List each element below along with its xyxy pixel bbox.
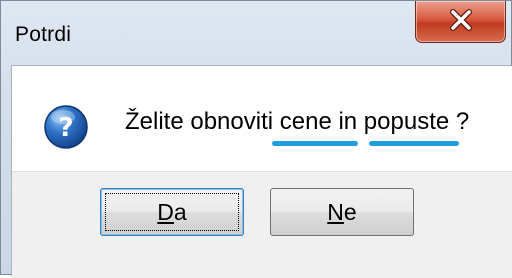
no-button-mnemonic: N — [327, 199, 344, 225]
highlight-underline-popuste — [369, 141, 459, 146]
highlight-underline-cene — [272, 141, 358, 146]
yes-button-label-rest: a — [173, 199, 187, 225]
svg-text:?: ? — [58, 113, 73, 143]
dialog-client-area: ? Želite obnoviti cene in popuste ? Da N… — [11, 65, 512, 278]
window-title: Potrdi — [15, 23, 72, 46]
no-button-label-rest: e — [343, 199, 357, 225]
dialog-window: Potrdi ? Želite obnoviti cene in popuste… — [0, 0, 512, 278]
close-icon — [450, 9, 472, 31]
title-bar[interactable]: Potrdi — [1, 1, 511, 65]
no-button[interactable]: Ne — [270, 188, 414, 236]
yes-button[interactable]: Da — [100, 188, 244, 236]
yes-button-mnemonic: D — [157, 199, 174, 225]
question-icon: ? — [44, 105, 88, 149]
message-area: ? Želite obnoviti cene in popuste ? — [12, 66, 512, 171]
button-bar: Da Ne — [12, 171, 512, 278]
dialog-message: Želite obnoviti cene in popuste ? — [125, 108, 470, 135]
close-button[interactable] — [415, 1, 506, 43]
